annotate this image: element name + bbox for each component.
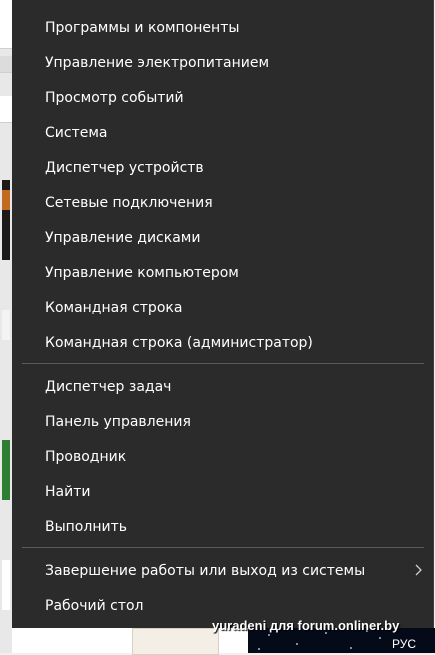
- menu-separator: [22, 363, 424, 364]
- watermark-text: yuradeni для forum.onliner.by: [212, 618, 400, 633]
- menu-item-label: Командная строка: [45, 300, 183, 316]
- menu-item-label: Проводник: [45, 449, 127, 465]
- background-window-edge: [0, 0, 12, 653]
- menu-item-label: Завершение работы или выход из системы: [45, 563, 366, 579]
- menu-item-label: Рабочий стол: [45, 598, 144, 614]
- menu-item-run[interactable]: Выполнить: [12, 511, 433, 543]
- taskbar-language-indicator[interactable]: РУС: [392, 637, 416, 651]
- menu-item-label: Найти: [45, 484, 91, 500]
- menu-item-label: Управление компьютером: [45, 265, 239, 281]
- menu-item-event-viewer[interactable]: Просмотр событий: [12, 82, 433, 114]
- menu-item-network-connections[interactable]: Сетевые подключения: [12, 187, 433, 219]
- menu-item-computer-management[interactable]: Управление компьютером: [12, 257, 433, 289]
- menu-item-device-manager[interactable]: Диспетчер устройств: [12, 152, 433, 184]
- background-document-thumbnail: [132, 628, 219, 655]
- menu-item-label: Система: [45, 125, 108, 141]
- menu-item-shutdown-or-sign-out[interactable]: Завершение работы или выход из системы: [12, 555, 433, 587]
- menu-item-disk-management[interactable]: Управление дисками: [12, 222, 433, 254]
- menu-item-task-manager[interactable]: Диспетчер задач: [12, 371, 433, 403]
- menu-item-control-panel[interactable]: Панель управления: [12, 406, 433, 438]
- menu-item-label: Выполнить: [45, 519, 127, 535]
- menu-item-label: Управление электропитанием: [45, 55, 269, 71]
- winx-context-menu: Программы и компоненты Управление электр…: [12, 0, 434, 628]
- menu-item-power-options[interactable]: Управление электропитанием: [12, 47, 433, 79]
- menu-item-label: Сетевые подключения: [45, 195, 213, 211]
- menu-item-programs-and-features[interactable]: Программы и компоненты: [12, 12, 433, 44]
- menu-item-file-explorer[interactable]: Проводник: [12, 441, 433, 473]
- menu-item-label: Управление дисками: [45, 230, 201, 246]
- menu-item-search[interactable]: Найти: [12, 476, 433, 508]
- chevron-right-icon: [415, 562, 423, 580]
- menu-item-system[interactable]: Система: [12, 117, 433, 149]
- menu-separator: [22, 547, 424, 548]
- menu-item-command-prompt[interactable]: Командная строка: [12, 292, 433, 324]
- menu-item-label: Панель управления: [45, 414, 191, 430]
- menu-item-label: Программы и компоненты: [45, 20, 240, 36]
- menu-item-label: Просмотр событий: [45, 90, 184, 106]
- menu-item-label: Диспетчер устройств: [45, 160, 204, 176]
- menu-item-label: Командная строка (администратор): [45, 335, 313, 351]
- menu-item-command-prompt-admin[interactable]: Командная строка (администратор): [12, 327, 433, 359]
- menu-item-label: Диспетчер задач: [45, 379, 172, 395]
